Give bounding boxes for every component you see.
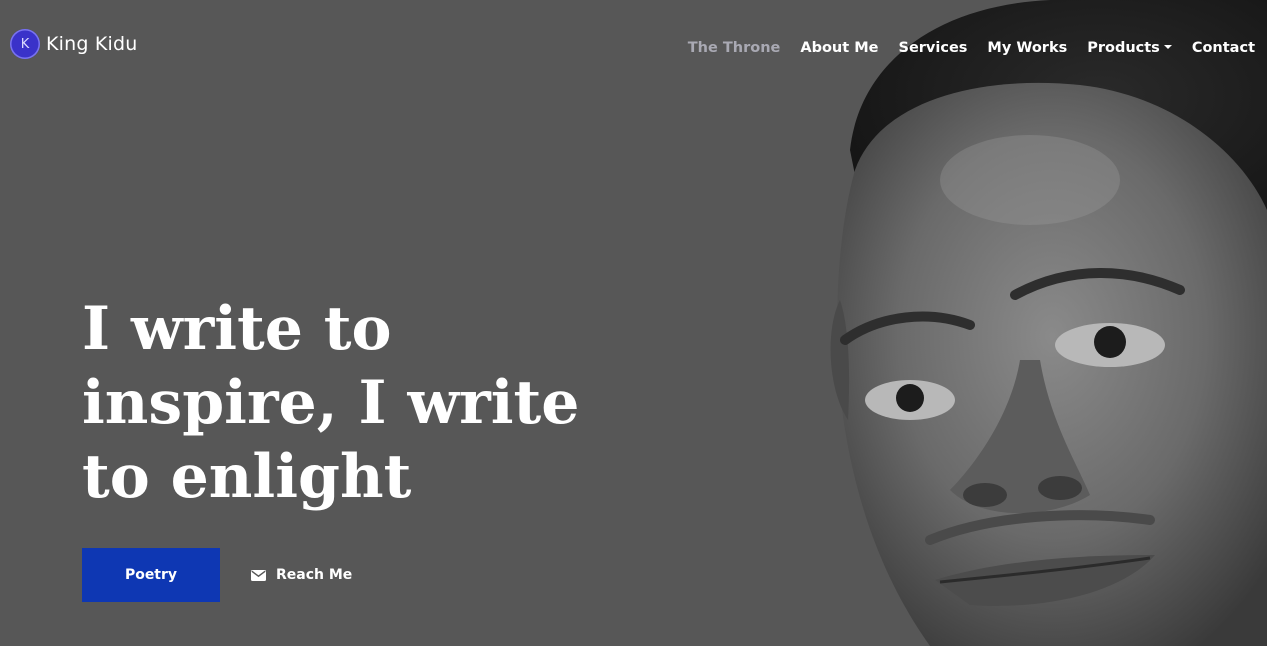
poetry-button[interactable]: Poetry bbox=[82, 548, 220, 602]
nav-item-products-label: Products bbox=[1087, 40, 1160, 56]
navbar: K King Kidu The Throne About Me Services… bbox=[0, 0, 1267, 90]
nav-item-products-dropdown[interactable]: Products bbox=[1087, 40, 1172, 56]
nav-item-about-me[interactable]: About Me bbox=[800, 40, 878, 56]
nav-item-the-throne[interactable]: The Throne bbox=[688, 40, 781, 56]
hero-headline: I write to inspire, I write to enlight bbox=[82, 294, 580, 512]
brand-logo: K bbox=[10, 29, 40, 59]
brand-link[interactable]: K King Kidu bbox=[10, 29, 138, 59]
hero-actions: Poetry Reach Me bbox=[82, 548, 352, 602]
brand-logo-letter: K bbox=[20, 36, 30, 52]
reach-me-label: Reach Me bbox=[276, 567, 353, 583]
envelope-icon bbox=[251, 569, 266, 581]
portrait-image bbox=[830, 0, 1267, 646]
reach-me-button[interactable]: Reach Me bbox=[251, 567, 352, 583]
nav-item-contact[interactable]: Contact bbox=[1192, 40, 1255, 56]
hero-section: K King Kidu The Throne About Me Services… bbox=[0, 0, 1267, 646]
nav-item-my-works[interactable]: My Works bbox=[987, 40, 1067, 56]
nav-menu: The Throne About Me Services My Works Pr… bbox=[688, 40, 1255, 56]
caret-down-icon bbox=[1163, 45, 1172, 49]
brand-name: King Kidu bbox=[46, 33, 138, 55]
nav-item-services[interactable]: Services bbox=[899, 40, 968, 56]
